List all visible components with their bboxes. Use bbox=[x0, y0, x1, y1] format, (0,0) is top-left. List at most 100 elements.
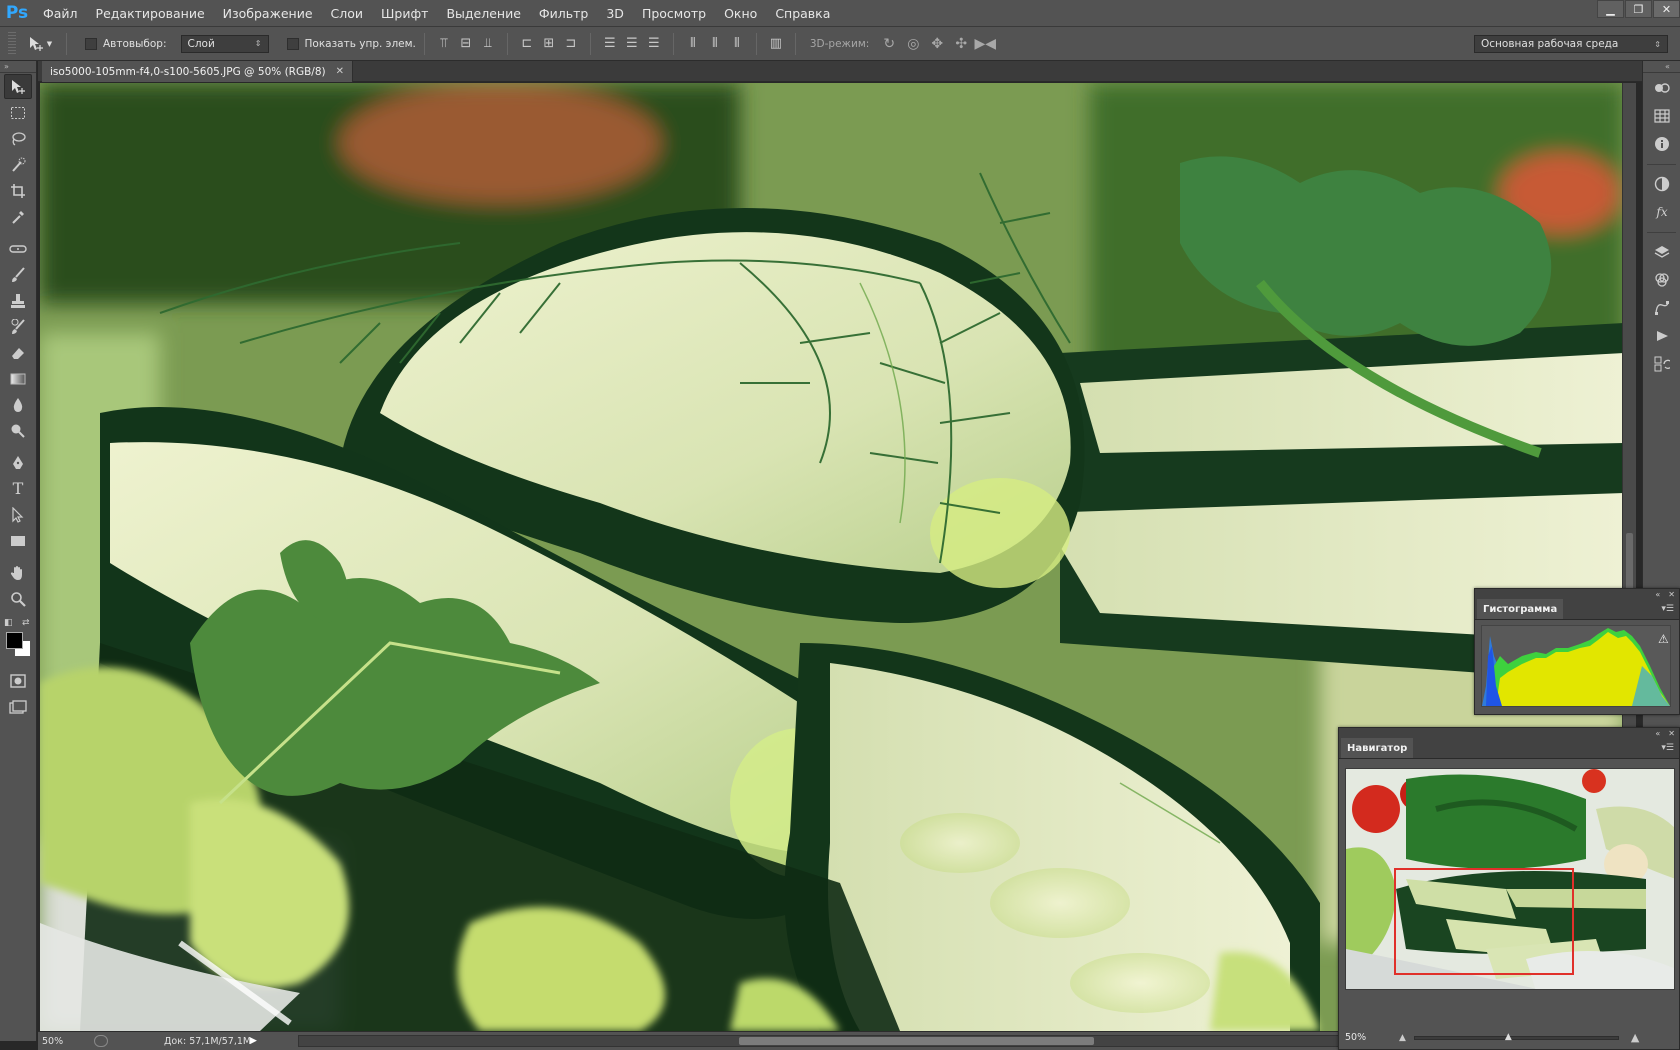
minimize-button[interactable]: ▁ bbox=[1597, 0, 1624, 18]
distribute-bottom-icon[interactable]: ☰ bbox=[645, 35, 663, 53]
navigator-view-rect[interactable] bbox=[1394, 868, 1574, 975]
paths-icon[interactable] bbox=[1648, 295, 1676, 321]
zoom-out-icon[interactable]: ▲ bbox=[1399, 1033, 1406, 1043]
navigator-zoom-field[interactable]: 50% bbox=[1339, 1032, 1399, 1043]
menu-image[interactable]: Изображение bbox=[214, 0, 322, 27]
menu-file[interactable]: Файл bbox=[34, 0, 87, 27]
distribute-top-icon[interactable]: ☰ bbox=[601, 35, 619, 53]
close-panel-icon[interactable]: ✕ bbox=[1668, 590, 1675, 599]
history-brush-tool-icon[interactable] bbox=[4, 314, 32, 339]
auto-select-checkbox[interactable] bbox=[85, 37, 97, 50]
tab-navigator[interactable]: Навигатор bbox=[1341, 738, 1414, 758]
auto-align-icon[interactable]: ▥ bbox=[767, 35, 785, 53]
adjustments-icon[interactable] bbox=[1648, 171, 1676, 197]
align-top-icon[interactable]: ⫪ bbox=[435, 35, 453, 53]
pen-tool-icon[interactable] bbox=[4, 450, 32, 475]
distribute-left-icon[interactable]: ⫴ bbox=[684, 35, 702, 53]
panel-menu-icon[interactable]: ▾☰ bbox=[1661, 743, 1674, 753]
eyedropper-tool-icon[interactable] bbox=[4, 204, 32, 229]
channels-icon[interactable] bbox=[1648, 267, 1676, 293]
menu-layers[interactable]: Слои bbox=[322, 0, 373, 27]
info-icon[interactable] bbox=[1648, 131, 1676, 157]
hand-tool-icon[interactable] bbox=[4, 560, 32, 585]
align-right-icon[interactable]: ⊐ bbox=[562, 35, 580, 53]
path-selection-tool-icon[interactable] bbox=[4, 502, 32, 527]
menu-window[interactable]: Окно bbox=[715, 0, 766, 27]
align-left-icon[interactable]: ⊏ bbox=[518, 35, 536, 53]
type-tool-icon[interactable]: T bbox=[4, 476, 32, 501]
collapse-panel-icon[interactable]: « bbox=[1655, 590, 1660, 599]
zoom-tool-icon[interactable] bbox=[4, 586, 32, 611]
color-icon[interactable] bbox=[1648, 75, 1676, 101]
quick-mask-icon[interactable] bbox=[4, 668, 32, 693]
eraser-tool-icon[interactable] bbox=[4, 340, 32, 365]
zoom-in-icon[interactable]: ▲ bbox=[1631, 1031, 1639, 1044]
3d-scale-icon[interactable]: ▶◀ bbox=[975, 34, 997, 54]
collapse-panel-icon[interactable]: « bbox=[1655, 729, 1660, 738]
vertical-scroll-thumb[interactable] bbox=[1626, 533, 1633, 593]
3d-pan-icon[interactable]: ✥ bbox=[927, 34, 947, 54]
distribute-right-icon[interactable]: ⫴ bbox=[728, 35, 746, 53]
menu-filter[interactable]: Фильтр bbox=[530, 0, 597, 27]
menu-select[interactable]: Выделение bbox=[437, 0, 529, 27]
align-hcenter-icon[interactable]: ⊞ bbox=[540, 35, 558, 53]
swatches-icon[interactable] bbox=[1648, 103, 1676, 129]
zoom-slider-knob[interactable]: ▲ bbox=[1505, 1032, 1512, 1042]
status-menu-arrow-icon[interactable]: ▶ bbox=[250, 1036, 257, 1046]
move-tool-icon[interactable] bbox=[4, 74, 32, 99]
menu-view[interactable]: Просмотр bbox=[633, 0, 715, 27]
tool-preset-picker[interactable]: ▼ bbox=[22, 32, 58, 56]
distribute-vcenter-icon[interactable]: ☰ bbox=[623, 35, 641, 53]
brush-tool-icon[interactable] bbox=[4, 262, 32, 287]
document-tab[interactable]: iso5000-105mm-f4,0-s100-5605.JPG @ 50% (… bbox=[42, 61, 354, 82]
screen-mode-icon[interactable] bbox=[4, 694, 32, 719]
gradient-tool-icon[interactable] bbox=[4, 366, 32, 391]
quick-selection-tool-icon[interactable] bbox=[4, 152, 32, 177]
rectangle-tool-icon[interactable] bbox=[4, 528, 32, 553]
close-icon[interactable]: ✕ bbox=[336, 66, 344, 77]
foreground-color-swatch[interactable] bbox=[6, 632, 23, 649]
history-icon[interactable] bbox=[1648, 351, 1676, 377]
navigator-thumbnail[interactable] bbox=[1345, 768, 1675, 990]
actions-icon[interactable] bbox=[1648, 323, 1676, 349]
healing-brush-tool-icon[interactable] bbox=[4, 236, 32, 261]
crop-tool-icon[interactable] bbox=[4, 178, 32, 203]
blur-tool-icon[interactable] bbox=[4, 392, 32, 417]
zoom-field[interactable]: 50% bbox=[38, 1036, 88, 1047]
horizontal-scroll-thumb[interactable] bbox=[739, 1037, 1094, 1045]
workspace-dropdown[interactable]: Основная рабочая среда ⇕ bbox=[1474, 35, 1668, 53]
menu-3d[interactable]: 3D bbox=[597, 0, 633, 27]
panel-tabs: Гистограмма ▾☰ bbox=[1475, 599, 1679, 620]
dodge-tool-icon[interactable] bbox=[4, 418, 32, 443]
close-panel-icon[interactable]: ✕ bbox=[1668, 729, 1675, 738]
align-vcenter-icon[interactable]: ⊟ bbox=[457, 35, 475, 53]
panel-menu-icon[interactable]: ▾☰ bbox=[1661, 604, 1674, 614]
auto-select-dropdown[interactable]: Слой ⇕ bbox=[180, 34, 269, 53]
3d-slide-icon[interactable]: ✣ bbox=[951, 34, 971, 54]
3d-roll-icon[interactable]: ◎ bbox=[903, 34, 923, 54]
proof-icon[interactable] bbox=[94, 1035, 108, 1047]
cache-warning-icon[interactable]: ⚠ bbox=[1658, 632, 1672, 646]
show-transform-checkbox[interactable] bbox=[286, 37, 299, 50]
align-bottom-icon[interactable]: ⫫ bbox=[479, 35, 497, 53]
layers-icon[interactable] bbox=[1648, 239, 1676, 265]
styles-icon[interactable]: fx bbox=[1648, 199, 1676, 225]
collapse-toolbox-icon[interactable]: » bbox=[0, 61, 36, 73]
expand-panels-icon[interactable]: « bbox=[1643, 61, 1680, 73]
marquee-tool-icon[interactable] bbox=[4, 100, 32, 125]
options-separator bbox=[755, 32, 757, 55]
close-button[interactable]: ✕ bbox=[1653, 0, 1680, 18]
options-grip[interactable] bbox=[8, 31, 16, 56]
zoom-slider[interactable]: ▲ bbox=[1413, 1032, 1619, 1042]
clone-stamp-tool-icon[interactable] bbox=[4, 288, 32, 313]
distribute-hcenter-icon[interactable]: ⫴ bbox=[706, 35, 724, 53]
default-colors-icon[interactable]: ◧ bbox=[4, 618, 13, 628]
lasso-tool-icon[interactable] bbox=[4, 126, 32, 151]
menu-type[interactable]: Шрифт bbox=[372, 0, 437, 27]
tab-histogram[interactable]: Гистограмма bbox=[1477, 599, 1564, 619]
restore-button[interactable]: ❐ bbox=[1625, 0, 1652, 18]
swap-colors-icon[interactable]: ⇄ bbox=[22, 618, 30, 628]
menu-edit[interactable]: Редактирование bbox=[87, 0, 214, 27]
3d-rotate-icon[interactable]: ↻ bbox=[879, 34, 899, 54]
menu-help[interactable]: Справка bbox=[766, 0, 839, 27]
